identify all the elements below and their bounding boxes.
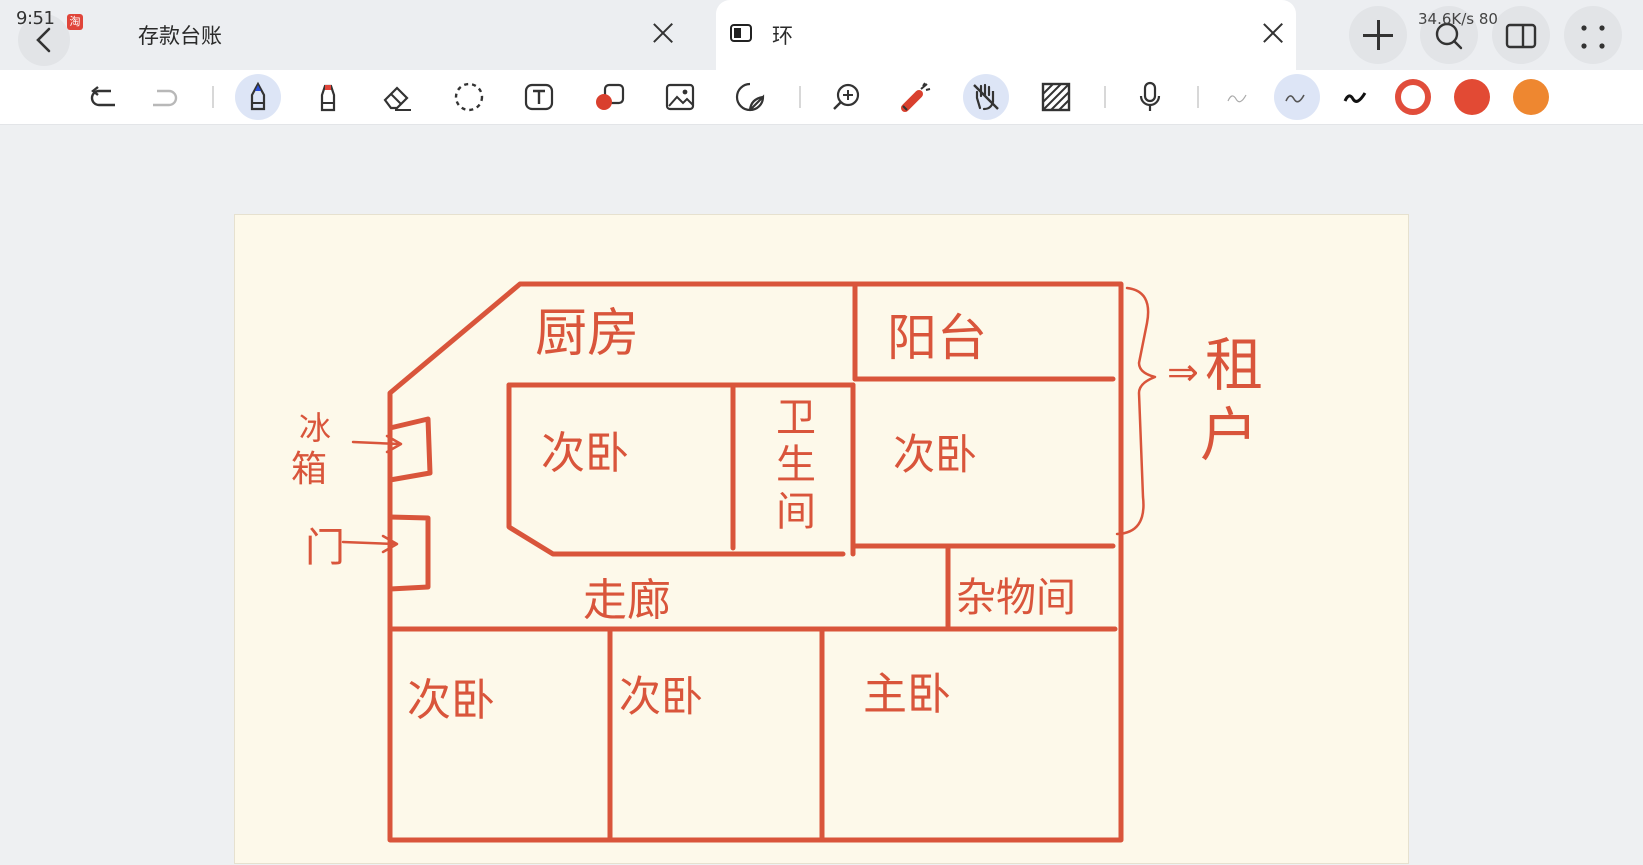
toolbar-separator xyxy=(212,86,214,108)
split-view-button[interactable] xyxy=(1492,6,1550,64)
zoom-tool[interactable] xyxy=(823,74,869,120)
toolbar-separator xyxy=(1197,86,1199,108)
kitchen-label: 厨房 xyxy=(535,304,639,364)
fridge-outline xyxy=(387,416,433,483)
tab-2[interactable]: 环 xyxy=(716,0,1296,70)
redo-button[interactable] xyxy=(141,74,187,120)
bedroom-bottom-2-label: 次卧 xyxy=(619,672,703,721)
rent-arrow: ⇒ xyxy=(1167,350,1199,394)
tab-1[interactable]: 存款台账 xyxy=(112,0,692,70)
bathroom-label-3: 间 xyxy=(776,489,816,535)
door-label: 门 xyxy=(305,525,345,571)
bathroom-label-2: 生 xyxy=(776,442,816,488)
stroke-thin-icon xyxy=(1227,94,1247,103)
stroke-thick-button[interactable] xyxy=(1333,74,1379,120)
hand-tool[interactable] xyxy=(963,74,1009,120)
rent-label-2: 户 xyxy=(1200,401,1258,469)
toolbar-separator xyxy=(799,86,801,108)
status-time: 9:51 xyxy=(16,8,55,29)
laser-pointer-icon xyxy=(901,82,931,112)
undo-button[interactable] xyxy=(81,74,127,120)
laser-pointer-tool[interactable] xyxy=(893,74,939,120)
voice-tool[interactable] xyxy=(1127,74,1173,120)
shape-icon xyxy=(596,83,625,110)
shape-tool[interactable] xyxy=(587,74,633,120)
close-icon[interactable] xyxy=(1260,20,1286,46)
notification-badge: 淘 xyxy=(67,14,83,30)
redo-icon xyxy=(153,89,178,107)
toolbar-separator xyxy=(1104,86,1106,108)
bedroom-bottom-1-label: 次卧 xyxy=(407,675,495,726)
stroke-medium-icon xyxy=(1285,94,1305,103)
door-outline xyxy=(387,514,431,592)
image-tool[interactable] xyxy=(657,74,703,120)
note-page[interactable]: 厨房 阳台 次卧 卫 生 间 次卧 冰 箱 门 走廊 杂物间 次卧 次卧 主卧 … xyxy=(234,214,1409,864)
undo-icon xyxy=(90,86,115,107)
microphone-icon xyxy=(1139,81,1161,111)
bedroom-right-label: 次卧 xyxy=(893,430,977,479)
sticker-tool[interactable] xyxy=(727,74,773,120)
split-view-icon xyxy=(1505,23,1537,49)
eraser-tool[interactable] xyxy=(375,74,421,120)
stroke-thick-icon xyxy=(1343,92,1367,103)
fridge-arrow xyxy=(351,434,403,454)
status-indicators: 34.6K/s 80 xyxy=(1418,10,1498,28)
text-box-icon xyxy=(524,83,554,111)
chevron-left-icon xyxy=(36,27,51,53)
new-tab-button[interactable] xyxy=(1349,6,1407,64)
text-tool[interactable] xyxy=(516,74,562,120)
hand-icon xyxy=(973,83,999,111)
lasso-tool[interactable] xyxy=(446,74,492,120)
tab-title: 存款台账 xyxy=(138,24,222,48)
note-canvas[interactable]: 厨房 阳台 次卧 卫 生 间 次卧 冰 箱 门 走廊 杂物间 次卧 次卧 主卧 … xyxy=(0,125,1643,864)
color-swatch-selected[interactable] xyxy=(1395,79,1431,115)
more-button[interactable] xyxy=(1564,6,1622,64)
outer-wall xyxy=(387,281,1124,843)
ruler-tool[interactable] xyxy=(1033,74,1079,120)
room-labels: 厨房 阳台 次卧 卫 生 间 次卧 冰 箱 门 走廊 杂物间 次卧 次卧 主卧 … xyxy=(291,304,1263,726)
rent-label-1: 租 xyxy=(1205,331,1263,399)
storage-label: 杂物间 xyxy=(956,575,1076,621)
close-icon[interactable] xyxy=(650,20,676,46)
drawing-toolbar xyxy=(0,70,1643,125)
bedroom-center-label: 次卧 xyxy=(541,428,629,479)
pen-tool[interactable] xyxy=(235,74,281,120)
corridor-label: 走廊 xyxy=(583,575,671,626)
image-icon xyxy=(665,83,695,111)
fridge-label-2: 箱 xyxy=(291,449,327,490)
bathroom-label-1: 卫 xyxy=(776,395,816,441)
pen-icon xyxy=(250,81,266,111)
door-arrow xyxy=(341,534,399,554)
balcony-label: 阳台 xyxy=(887,309,987,367)
color-swatch[interactable] xyxy=(1454,79,1490,115)
marker-icon xyxy=(320,84,336,112)
sticker-icon xyxy=(735,82,765,112)
color-swatch[interactable] xyxy=(1513,79,1549,115)
tab-title: 环 xyxy=(772,24,793,48)
floor-plan-drawing: 厨房 阳台 次卧 卫 生 间 次卧 冰 箱 门 走廊 杂物间 次卧 次卧 主卧 … xyxy=(291,281,1263,843)
lasso-icon xyxy=(454,82,484,112)
fridge-label-1: 冰 xyxy=(299,409,331,447)
stroke-thin-button[interactable] xyxy=(1216,74,1262,120)
stroke-medium-button[interactable] xyxy=(1274,74,1320,120)
eraser-icon xyxy=(383,86,411,111)
more-icon xyxy=(1581,25,1605,49)
zoom-icon xyxy=(833,83,860,110)
tab-bar: 9:51 淘 存款台账 环 34.6K/s 80 xyxy=(0,0,1643,70)
master-bedroom-label: 主卧 xyxy=(863,669,951,720)
ruler-icon xyxy=(1041,82,1071,112)
note-icon xyxy=(730,24,752,42)
marker-tool[interactable] xyxy=(305,74,351,120)
